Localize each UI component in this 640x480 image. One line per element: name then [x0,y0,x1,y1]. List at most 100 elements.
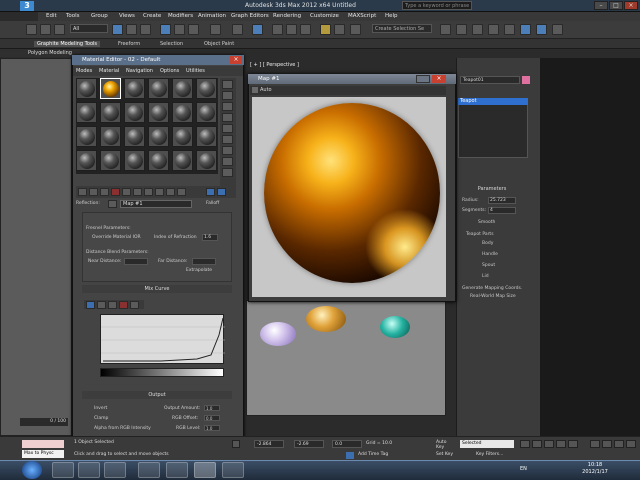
material-slot[interactable] [76,78,97,99]
x-coordinate-field[interactable]: -2.864 [254,440,284,448]
viewport-label[interactable]: [ + ] [ Perspective ] [250,62,299,68]
material-slot[interactable] [172,126,193,147]
key-mode-dropdown[interactable]: Selected [460,440,514,448]
next-frame-icon[interactable] [556,440,566,448]
menu-tools[interactable]: Tools [66,13,80,19]
uv-tiling-icon[interactable] [222,113,233,122]
rgb-level-field[interactable]: 1.0 [204,425,220,431]
get-material-icon[interactable] [78,188,87,196]
go-parent-icon[interactable] [177,188,186,196]
clamp-checkbox[interactable]: Clamp [94,416,108,421]
delete-point-icon[interactable] [119,301,128,309]
previous-frame-icon[interactable] [532,440,542,448]
backlight-icon[interactable] [222,91,233,100]
menu-maxscript[interactable]: MAXScript [348,13,376,19]
material-slot[interactable] [124,126,145,147]
show-end-result-icon[interactable] [166,188,175,196]
spout-checkbox[interactable]: Spout [482,263,495,268]
render-teapot-icon[interactable] [536,24,547,35]
material-slot[interactable] [172,78,193,99]
output-rollout[interactable]: Output [82,391,232,399]
smooth-checkbox[interactable]: Smooth [478,220,495,225]
put-to-scene-icon[interactable] [89,188,98,196]
output-amount-field[interactable]: 1.0 [204,405,220,411]
render-setup-icon[interactable] [488,24,499,35]
handle-checkbox[interactable]: Handle [482,252,498,257]
tab-graphite-modeling[interactable]: Graphite Modeling Tools [34,41,101,47]
far-distance-field[interactable] [192,258,216,265]
system-clock[interactable]: 10:18 2012/1/17 [575,462,615,476]
undo-icon[interactable] [26,24,37,35]
add-time-tag-button[interactable]: Add Time Tag [358,452,388,457]
mirror-icon[interactable] [320,24,331,35]
lid-checkbox[interactable]: Lid [482,274,489,279]
me-menu-navigation[interactable]: Navigation [126,68,153,74]
menu-create[interactable]: Create [143,13,161,19]
eyedropper-icon[interactable] [108,200,117,208]
reference-coord-icon[interactable] [210,24,221,35]
me-menu-options[interactable]: Options [160,68,179,74]
alpha-rgb-checkbox[interactable]: Alpha from RGB Intensity [94,426,151,431]
taskbar-3dsmax-icon[interactable] [194,462,216,478]
material-slot[interactable] [124,150,145,171]
taskbar-chrome-icon[interactable] [138,462,160,478]
lock-selection-icon[interactable] [232,440,240,448]
me-menu-modes[interactable]: Modes [76,68,92,74]
menu-graph-editors[interactable]: Graph Editors [231,13,269,19]
me-menu-utilities[interactable]: Utilities [186,68,205,74]
pivot-center-icon[interactable] [232,24,243,35]
tab-freeform[interactable]: Freeform [118,41,140,47]
object-color-swatch[interactable] [522,76,530,84]
percent-snap-icon[interactable] [300,24,311,35]
close-button[interactable]: × [624,1,638,10]
rect-selection-icon[interactable] [140,24,151,35]
material-editor-close-button[interactable]: × [230,56,242,64]
app-logo-icon[interactable]: 3 [20,1,34,11]
select-scale-icon[interactable] [188,24,199,35]
taskbar-explorer-icon[interactable] [52,462,74,478]
start-button-icon[interactable] [22,461,42,479]
material-slot[interactable] [148,78,169,99]
menu-customize[interactable]: Customize [310,13,339,19]
material-slot[interactable] [148,126,169,147]
invert-checkbox[interactable]: Invert [94,406,107,411]
material-slot[interactable] [148,150,169,171]
menu-rendering[interactable]: Rendering [273,13,301,19]
selection-filter-dropdown[interactable]: All [70,24,108,33]
material-slot[interactable] [196,126,217,147]
material-slot[interactable] [196,150,217,171]
go-to-end-icon[interactable] [568,440,578,448]
material-slot[interactable] [76,102,97,123]
orbit-icon[interactable] [614,440,624,448]
layer-manager-icon[interactable] [350,24,361,35]
add-point-icon[interactable] [108,301,117,309]
play-icon[interactable] [544,440,554,448]
scale-point-icon[interactable] [97,301,106,309]
ior-field[interactable]: 1.6 [202,234,218,241]
material-slot[interactable] [196,78,217,99]
zoom-icon[interactable] [590,440,600,448]
snap-toggle-icon[interactable] [272,24,283,35]
map-preview-close-button[interactable]: × [432,75,446,83]
menu-edit[interactable]: Edit [46,13,57,19]
rendered-frame-icon[interactable] [504,24,515,35]
video-color-icon[interactable] [222,124,233,133]
material-slot[interactable] [124,78,145,99]
teapot-gold[interactable] [306,306,346,332]
select-object-icon[interactable] [112,24,123,35]
select-by-material-icon[interactable] [222,157,233,166]
menu-modifiers[interactable]: Modifiers [168,13,193,19]
map-type-button[interactable]: Falloff [206,201,219,206]
taskbar-app-icon[interactable] [166,462,188,478]
teapot-teal[interactable] [380,316,410,338]
auto-key-button[interactable]: Auto Key [436,440,456,450]
override-ior-checkbox[interactable]: Override Material IOR [92,235,141,240]
select-by-name-icon[interactable] [126,24,137,35]
body-checkbox[interactable]: Body [482,241,493,246]
align-icon[interactable] [334,24,345,35]
go-sibling-icon[interactable] [206,188,215,196]
redo-icon[interactable] [40,24,51,35]
map-name-dropdown[interactable]: Map #1 [120,200,192,208]
angle-snap-icon[interactable] [286,24,297,35]
material-slot[interactable] [124,102,145,123]
